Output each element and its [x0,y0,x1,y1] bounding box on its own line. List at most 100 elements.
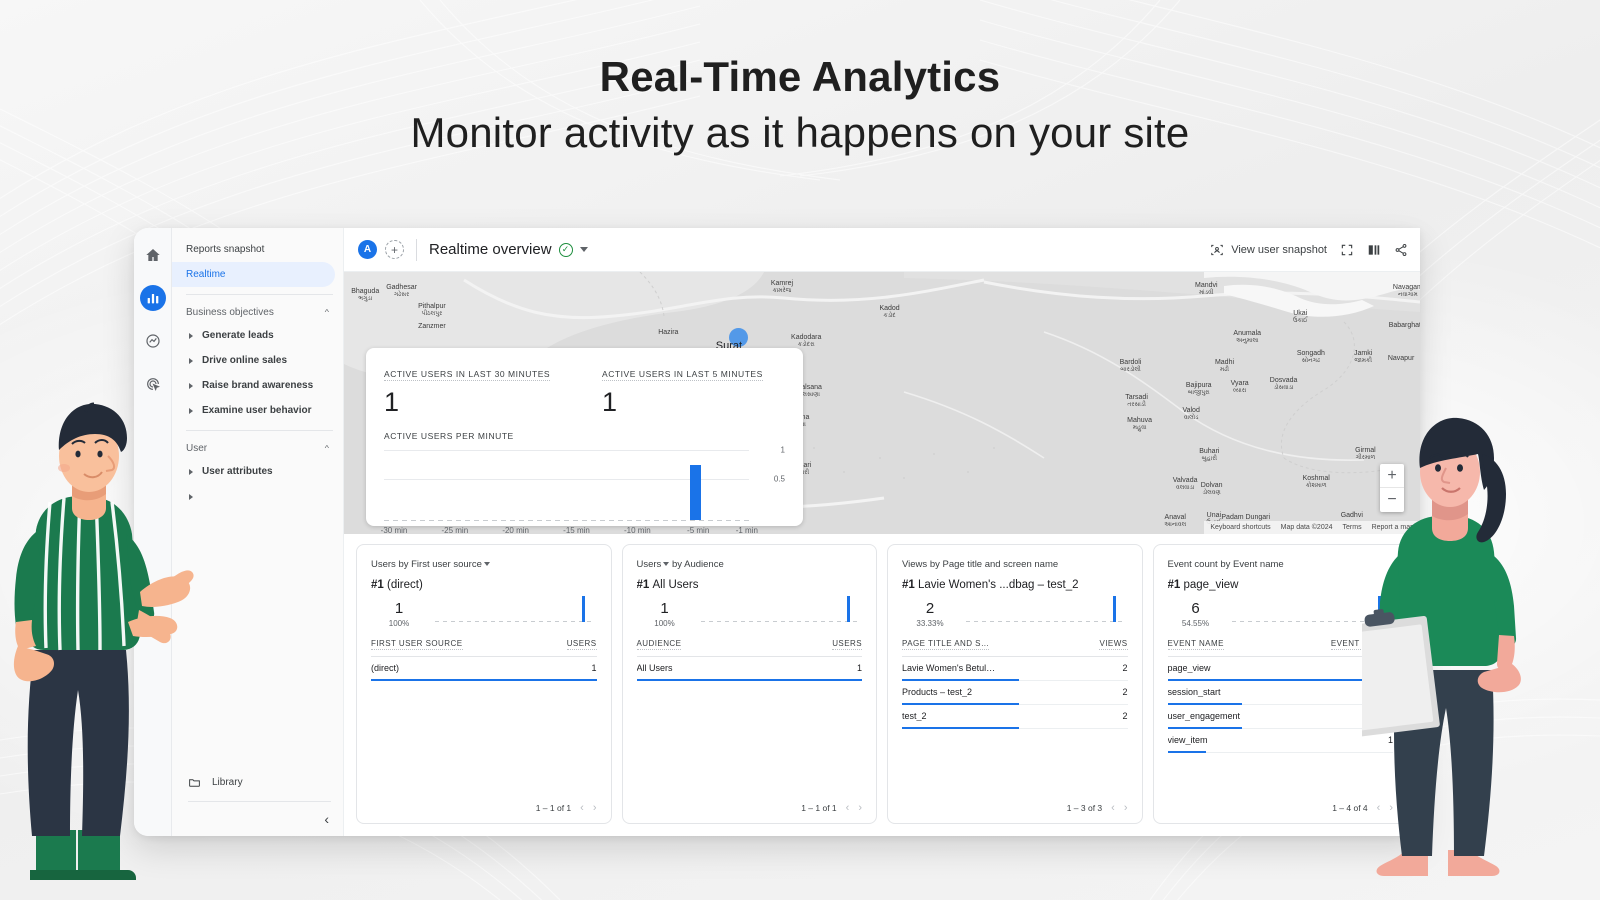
table-row[interactable]: All Users 1 [636,657,862,681]
table-row[interactable]: view_item 1 [1167,729,1393,753]
zoom-out-button[interactable]: − [1380,488,1404,512]
table-row[interactable]: Products – test_2 2 [902,681,1128,705]
card-title-metric[interactable]: Users [371,559,396,570]
chevron-down-icon[interactable] [579,247,588,252]
terms-link[interactable]: Terms [1343,524,1362,531]
card-title-dimension[interactable]: by Page title and screen name [929,559,1059,570]
pagination-next-button[interactable]: › [1389,802,1393,814]
card-title-dimension[interactable]: Audience [684,559,724,570]
sidebar-item-raise-brand-awareness[interactable]: Raise brand awareness [172,373,343,398]
table-row[interactable]: Lavie Women's Betul… 2 [902,657,1128,681]
pagination-prev-button[interactable]: ‹ [580,802,584,814]
table-row[interactable]: user_engagement 2 [1167,705,1393,729]
realtime-map[interactable]: Bhaguda ભગુડા Gadhesar ગઢેસર Pithalpur પીઠલપુ… [344,272,1420,534]
report-map-error-link[interactable]: Report a map [1372,524,1414,531]
sidebar-item-user-attributes[interactable]: User attributes [172,459,343,484]
sidebar-item-realtime[interactable]: Realtime [172,262,335,287]
expand-icon[interactable] [1340,243,1354,257]
table-row[interactable]: session_start 2 [1167,681,1393,705]
realtime-card: Users by Audience #1 All Users 1 100% AUDIEN… [621,544,877,824]
zoom-in-button[interactable]: + [1380,464,1404,488]
chevron-left-icon: ‹ [324,811,329,827]
verified-check-icon: ✓ [558,242,573,257]
card-title-dimension[interactable]: by Event name [1220,559,1284,570]
pagination-prev-button[interactable]: ‹ [1111,802,1115,814]
pagination-next-button[interactable]: › [858,802,862,814]
sidebar-item-library[interactable]: Library [172,767,343,797]
column-header-metric[interactable]: VIEWS [1099,639,1128,650]
main-content: A + Realtime overview ✓ View user snapsh… [344,228,1420,836]
column-header-metric[interactable]: USERS [566,639,597,650]
nav-group-label: Business objectives [186,306,274,318]
table-row[interactable]: test_2 2 [902,705,1128,729]
active-users-card: ACTIVE USERS IN LAST 30 MINUTES 1 ACTIVE… [366,348,803,534]
top-bar-actions: View user snapshot [1210,243,1408,257]
row-dimension-value: (direct) [371,663,400,673]
sidebar-item-generate-leads[interactable]: Generate leads [172,323,343,348]
explore-icon[interactable] [140,328,166,354]
card-title-dimension[interactable]: by First user source [398,559,481,570]
card-rank-value: Lavie Women's ...dbag – test_2 [918,579,1079,591]
expand-triangle-icon [189,382,193,389]
nav-group-business-objectives[interactable]: Business objectives ^ [172,301,343,323]
sidebar-item-reports-snapshot[interactable]: Reports snapshot [172,237,343,262]
active-users-metrics: ACTIVE USERS IN LAST 30 MINUTES 1 ACTIVE… [384,364,785,416]
table-row[interactable]: (direct) 1 [371,657,597,681]
user-snapshot-icon [1211,244,1223,255]
card-top-item: #1 All Users [637,579,863,591]
chart-x-tick: -20 min [502,526,529,534]
chevron-up-icon[interactable]: ^ [325,308,329,316]
card-pagination: 1 – 1 of 1 ‹ › [637,796,862,814]
pagination-prev-button[interactable]: ‹ [846,802,850,814]
table-row[interactable]: page_view 6 [1167,657,1393,681]
map-attribution-bar: Keyboard shortcuts Map data ©2024 Terms … [1204,521,1420,534]
card-title-metric[interactable]: Views [902,559,928,570]
chevron-down-icon[interactable] [483,562,490,567]
compare-icon[interactable] [1367,243,1381,257]
expand-triangle-icon [189,468,193,475]
nav-group-user[interactable]: User ^ [172,437,343,459]
pagination-next-button[interactable]: › [593,802,597,814]
sidebar-item-drive-online-sales[interactable]: Drive online sales [172,348,343,373]
chart-x-tick: -30 min [380,526,408,534]
chart-bar [690,465,702,520]
home-icon[interactable] [140,242,166,268]
column-header-dimension[interactable]: PAGE TITLE AND S… [902,639,990,650]
sparkline-bar [1378,596,1381,622]
advertising-icon[interactable] [140,371,166,397]
active-users-30min: ACTIVE USERS IN LAST 30 MINUTES 1 [384,364,602,416]
map-zoom-controls[interactable]: + − [1380,464,1404,512]
expand-triangle-icon [189,332,193,339]
view-user-snapshot-button[interactable]: View user snapshot [1210,243,1327,257]
card-title-metric[interactable]: Event count [1167,559,1218,570]
chevron-up-icon[interactable]: ^ [325,444,329,452]
column-header-dimension[interactable]: AUDIENCE [636,639,682,650]
pagination-range: 1 – 1 of 1 [535,803,572,813]
column-header-dimension[interactable]: EVENT NAME [1167,639,1224,650]
share-icon[interactable] [1394,243,1408,257]
add-account-button[interactable]: + [385,240,404,259]
sidebar-item-label: Drive online sales [202,355,288,366]
page-headline: Real-Time Analytics Monitor activity as … [0,52,1600,157]
column-header-dimension[interactable]: FIRST USER SOURCE [371,639,463,650]
nav-group-label: User [186,442,208,454]
row-progress-bar [636,679,862,681]
pagination-next-button[interactable]: › [1124,802,1128,814]
card-title-metric[interactable]: Users [637,559,662,570]
column-header-metric[interactable]: EVENT COUNT [1330,639,1393,650]
keyboard-shortcuts-link[interactable]: Keyboard shortcuts [1210,524,1270,531]
sidebar-item-user-hidden[interactable] [172,484,343,509]
collapse-sidebar-button[interactable]: ‹ [172,802,343,836]
headline-line-2: Monitor activity as it happens on your s… [410,108,1190,156]
card-sparkline: 2 33.33% [902,596,1128,628]
pagination-range: 1 – 4 of 4 [1332,803,1368,813]
reports-bar-chart-icon[interactable] [139,285,166,311]
chevron-down-icon[interactable] [663,562,670,567]
chart-x-tick: -1 min [735,526,758,534]
card-title: Users by First user source [371,559,597,570]
account-avatar[interactable]: A [358,240,377,259]
column-header-metric[interactable]: USERS [832,639,862,650]
pagination-prev-button[interactable]: ‹ [1377,802,1381,814]
sidebar-item-examine-user-behavior[interactable]: Examine user behavior [172,398,343,423]
chart-x-tick: -15 min [563,526,590,534]
